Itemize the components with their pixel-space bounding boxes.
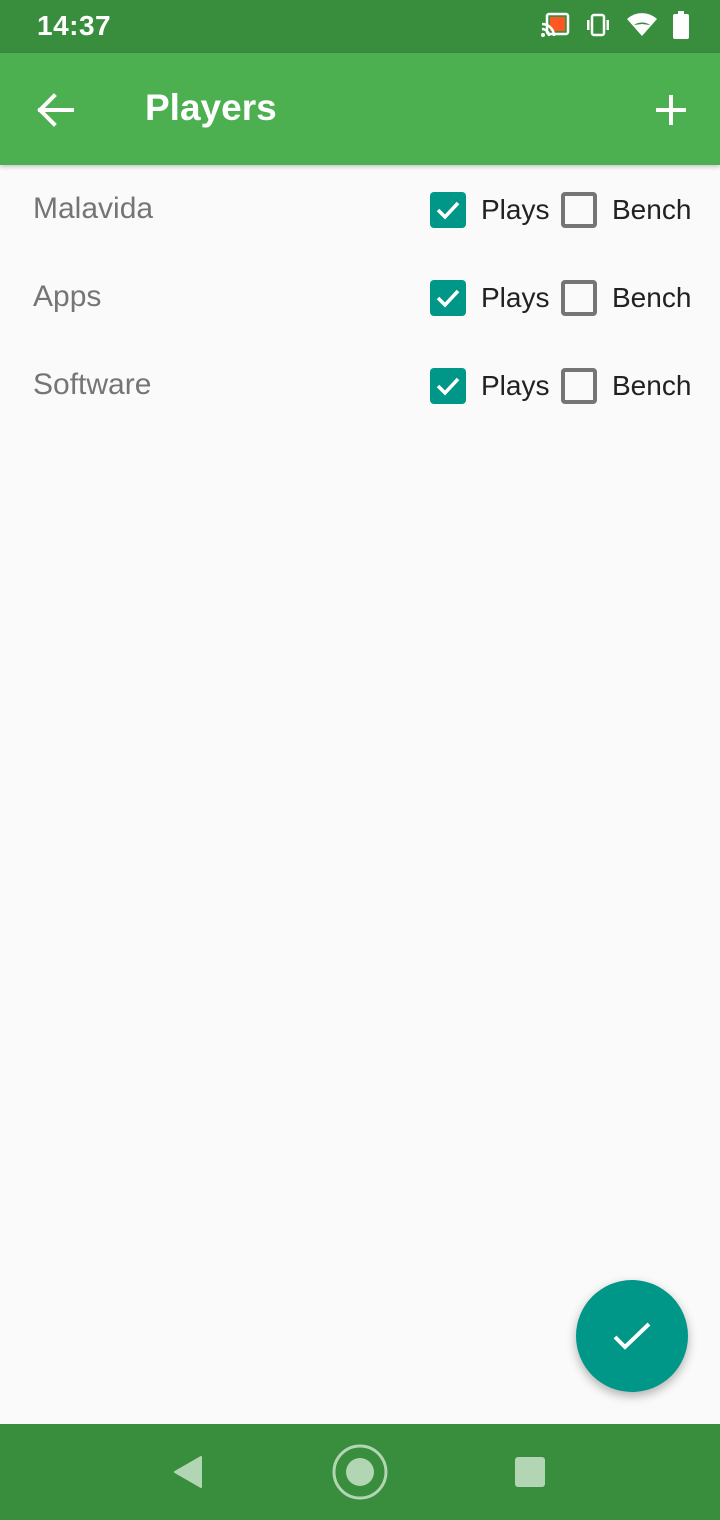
player-row: Malavida Plays Bench [0,166,720,254]
app-bar: Players [0,53,720,165]
nav-back-button[interactable] [160,1444,216,1500]
page-title: Players [145,87,277,128]
player-row: Software Plays Bench [0,342,720,430]
confirm-fab[interactable] [576,1280,688,1392]
plays-label[interactable]: Plays [481,370,549,402]
plays-label[interactable]: Plays [481,282,549,314]
wifi-icon [626,12,658,43]
nav-recents-button[interactable] [502,1444,558,1500]
bench-label[interactable]: Bench [612,282,691,314]
back-triangle-icon [174,1456,202,1488]
status-time: 14:37 [37,10,112,41]
bench-checkbox[interactable] [561,368,597,404]
bench-checkbox[interactable] [561,280,597,316]
recents-square-icon [515,1457,545,1487]
player-row: Apps Plays Bench [0,254,720,342]
check-icon [436,377,460,396]
status-icons [540,10,690,44]
player-name: Apps [33,280,102,313]
bench-label[interactable]: Bench [612,370,691,402]
player-name: Malavida [33,192,154,225]
check-icon [436,201,460,220]
check-icon [613,1322,651,1350]
home-circle-icon [332,1444,388,1500]
add-player-button[interactable] [644,83,698,137]
plays-checkbox[interactable] [430,192,466,228]
plays-label[interactable]: Plays [481,194,549,226]
bench-label[interactable]: Bench [612,194,691,226]
player-name: Software [33,368,152,401]
plus-icon [656,95,686,125]
vibrate-icon [584,12,612,43]
bench-checkbox[interactable] [561,192,597,228]
back-button[interactable] [30,85,80,135]
plays-checkbox[interactable] [430,368,466,404]
system-nav-bar [0,1424,720,1520]
arrow-left-icon [37,93,74,127]
nav-home-button[interactable] [332,1444,388,1500]
status-bar: 14:37 [0,0,720,53]
plays-checkbox[interactable] [430,280,466,316]
players-list: Malavida Plays Bench Apps Plays Bench So… [0,166,720,430]
cast-icon [540,12,570,43]
check-icon [436,289,460,308]
battery-icon [672,10,690,44]
